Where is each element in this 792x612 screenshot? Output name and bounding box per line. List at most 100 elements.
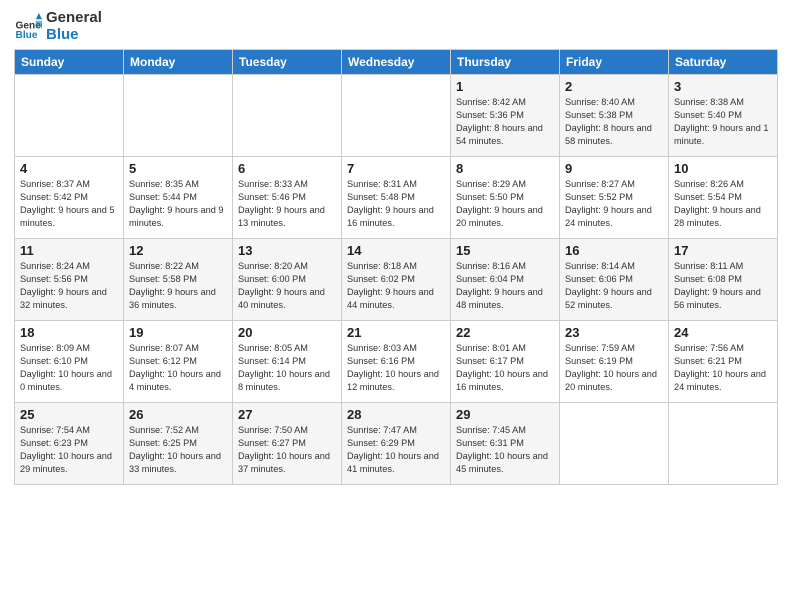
calendar-cell: 15 Sunrise: 8:16 AM Sunset: 6:04 PM Dayli… (451, 239, 560, 321)
calendar-cell: 10 Sunrise: 8:26 AM Sunset: 5:54 PM Dayli… (669, 157, 778, 239)
day-info: Sunrise: 8:14 AM Sunset: 6:06 PM Dayligh… (565, 260, 663, 312)
calendar-cell: 25 Sunrise: 7:54 AM Sunset: 6:23 PM Dayli… (15, 403, 124, 485)
day-number: 12 (129, 243, 227, 258)
calendar-cell: 28Sunrise: 7:47 AM Sunset: 6:29 PM Dayli… (342, 403, 451, 485)
weekday-header-friday: Friday (560, 50, 669, 75)
calendar-cell: 24 Sunrise: 7:56 AM Sunset: 6:21 PM Dayli… (669, 321, 778, 403)
week-row-3: 11 Sunrise: 8:24 AM Sunset: 5:56 PM Dayli… (15, 239, 778, 321)
calendar-cell: 17Sunrise: 8:11 AM Sunset: 6:08 PM Dayli… (669, 239, 778, 321)
day-info: Sunrise: 8:01 AM Sunset: 6:17 PM Dayligh… (456, 342, 554, 394)
calendar-cell (560, 403, 669, 485)
day-info: Sunrise: 8:22 AM Sunset: 5:58 PM Dayligh… (129, 260, 227, 312)
calendar-cell: 9Sunrise: 8:27 AM Sunset: 5:52 PM Daylig… (560, 157, 669, 239)
week-row-1: 1 Sunrise: 8:42 AM Sunset: 5:36 PM Daylig… (15, 75, 778, 157)
day-info: Sunrise: 8:31 AM Sunset: 5:48 PM Dayligh… (347, 178, 445, 230)
day-info: Sunrise: 8:33 AM Sunset: 5:46 PM Dayligh… (238, 178, 336, 230)
logo: General Blue General Blue (14, 10, 102, 43)
day-info: Sunrise: 8:29 AM Sunset: 5:50 PM Dayligh… (456, 178, 554, 230)
calendar-cell: 14 Sunrise: 8:18 AM Sunset: 6:02 PM Dayli… (342, 239, 451, 321)
day-number: 19 (129, 325, 227, 340)
day-info: Sunrise: 8:18 AM Sunset: 6:02 PM Dayligh… (347, 260, 445, 312)
calendar-cell: 5 Sunrise: 8:35 AM Sunset: 5:44 PM Daylig… (124, 157, 233, 239)
day-info: Sunrise: 8:35 AM Sunset: 5:44 PM Dayligh… (129, 178, 227, 230)
day-number: 16 (565, 243, 663, 258)
day-info: Sunrise: 8:42 AM Sunset: 5:36 PM Dayligh… (456, 96, 554, 148)
weekday-header-saturday: Saturday (669, 50, 778, 75)
weekday-header-sunday: Sunday (15, 50, 124, 75)
calendar-cell: 12 Sunrise: 8:22 AM Sunset: 5:58 PM Dayli… (124, 239, 233, 321)
calendar-cell: 18Sunrise: 8:09 AM Sunset: 6:10 PM Dayli… (15, 321, 124, 403)
day-number: 7 (347, 161, 445, 176)
day-number: 29 (456, 407, 554, 422)
calendar-cell: 27Sunrise: 7:50 AM Sunset: 6:27 PM Dayli… (233, 403, 342, 485)
day-number: 28 (347, 407, 445, 422)
day-number: 15 (456, 243, 554, 258)
day-info: Sunrise: 8:11 AM Sunset: 6:08 PM Dayligh… (674, 260, 772, 312)
calendar-cell: 22 Sunrise: 8:01 AM Sunset: 6:17 PM Dayli… (451, 321, 560, 403)
logo-general: General (46, 10, 102, 27)
calendar-cell: 6 Sunrise: 8:33 AM Sunset: 5:46 PM Daylig… (233, 157, 342, 239)
day-info: Sunrise: 8:40 AM Sunset: 5:38 PM Dayligh… (565, 96, 663, 148)
weekday-header-thursday: Thursday (451, 50, 560, 75)
day-number: 1 (456, 79, 554, 94)
calendar-cell: 20 Sunrise: 8:05 AM Sunset: 6:14 PM Dayli… (233, 321, 342, 403)
day-info: Sunrise: 7:50 AM Sunset: 6:27 PM Dayligh… (238, 424, 336, 476)
calendar-cell: 26 Sunrise: 7:52 AM Sunset: 6:25 PM Dayli… (124, 403, 233, 485)
day-number: 21 (347, 325, 445, 340)
day-number: 10 (674, 161, 772, 176)
day-number: 26 (129, 407, 227, 422)
day-info: Sunrise: 7:52 AM Sunset: 6:25 PM Dayligh… (129, 424, 227, 476)
day-info: Sunrise: 7:59 AM Sunset: 6:19 PM Dayligh… (565, 342, 663, 394)
day-info: Sunrise: 7:45 AM Sunset: 6:31 PM Dayligh… (456, 424, 554, 476)
page-header: General Blue General Blue (14, 10, 778, 43)
logo-icon: General Blue (14, 13, 42, 41)
calendar-cell: 7 Sunrise: 8:31 AM Sunset: 5:48 PM Daylig… (342, 157, 451, 239)
day-number: 3 (674, 79, 772, 94)
day-info: Sunrise: 8:05 AM Sunset: 6:14 PM Dayligh… (238, 342, 336, 394)
day-number: 23 (565, 325, 663, 340)
day-number: 20 (238, 325, 336, 340)
day-number: 8 (456, 161, 554, 176)
calendar-cell: 4Sunrise: 8:37 AM Sunset: 5:42 PM Daylig… (15, 157, 124, 239)
day-info: Sunrise: 8:38 AM Sunset: 5:40 PM Dayligh… (674, 96, 772, 148)
day-info: Sunrise: 8:03 AM Sunset: 6:16 PM Dayligh… (347, 342, 445, 394)
calendar-cell: 21 Sunrise: 8:03 AM Sunset: 6:16 PM Dayli… (342, 321, 451, 403)
weekday-header-monday: Monday (124, 50, 233, 75)
day-info: Sunrise: 7:54 AM Sunset: 6:23 PM Dayligh… (20, 424, 118, 476)
calendar-cell (15, 75, 124, 157)
day-number: 22 (456, 325, 554, 340)
calendar-cell: 13 Sunrise: 8:20 AM Sunset: 6:00 PM Dayli… (233, 239, 342, 321)
calendar-cell: 16 Sunrise: 8:14 AM Sunset: 6:06 PM Dayli… (560, 239, 669, 321)
calendar-cell (233, 75, 342, 157)
calendar-table: SundayMondayTuesdayWednesdayThursdayFrid… (14, 49, 778, 485)
day-number: 24 (674, 325, 772, 340)
calendar-cell: 29 Sunrise: 7:45 AM Sunset: 6:31 PM Dayli… (451, 403, 560, 485)
day-info: Sunrise: 8:09 AM Sunset: 6:10 PM Dayligh… (20, 342, 118, 394)
day-number: 25 (20, 407, 118, 422)
week-row-4: 18Sunrise: 8:09 AM Sunset: 6:10 PM Dayli… (15, 321, 778, 403)
day-info: Sunrise: 8:37 AM Sunset: 5:42 PM Dayligh… (20, 178, 118, 230)
day-info: Sunrise: 7:56 AM Sunset: 6:21 PM Dayligh… (674, 342, 772, 394)
logo-blue: Blue (46, 27, 102, 44)
day-info: Sunrise: 8:07 AM Sunset: 6:12 PM Dayligh… (129, 342, 227, 394)
calendar-cell: 11 Sunrise: 8:24 AM Sunset: 5:56 PM Dayli… (15, 239, 124, 321)
day-number: 5 (129, 161, 227, 176)
day-number: 6 (238, 161, 336, 176)
week-row-5: 25 Sunrise: 7:54 AM Sunset: 6:23 PM Dayli… (15, 403, 778, 485)
calendar-cell (342, 75, 451, 157)
day-number: 11 (20, 243, 118, 258)
day-number: 13 (238, 243, 336, 258)
calendar-cell: 2Sunrise: 8:40 AM Sunset: 5:38 PM Daylig… (560, 75, 669, 157)
day-info: Sunrise: 8:26 AM Sunset: 5:54 PM Dayligh… (674, 178, 772, 230)
calendar-cell: 23 Sunrise: 7:59 AM Sunset: 6:19 PM Dayli… (560, 321, 669, 403)
day-info: Sunrise: 8:24 AM Sunset: 5:56 PM Dayligh… (20, 260, 118, 312)
calendar-cell (669, 403, 778, 485)
day-number: 14 (347, 243, 445, 258)
weekday-header-wednesday: Wednesday (342, 50, 451, 75)
calendar-cell (124, 75, 233, 157)
day-info: Sunrise: 8:20 AM Sunset: 6:00 PM Dayligh… (238, 260, 336, 312)
svg-text:Blue: Blue (16, 29, 38, 40)
day-number: 9 (565, 161, 663, 176)
day-info: Sunrise: 8:16 AM Sunset: 6:04 PM Dayligh… (456, 260, 554, 312)
weekday-header-tuesday: Tuesday (233, 50, 342, 75)
